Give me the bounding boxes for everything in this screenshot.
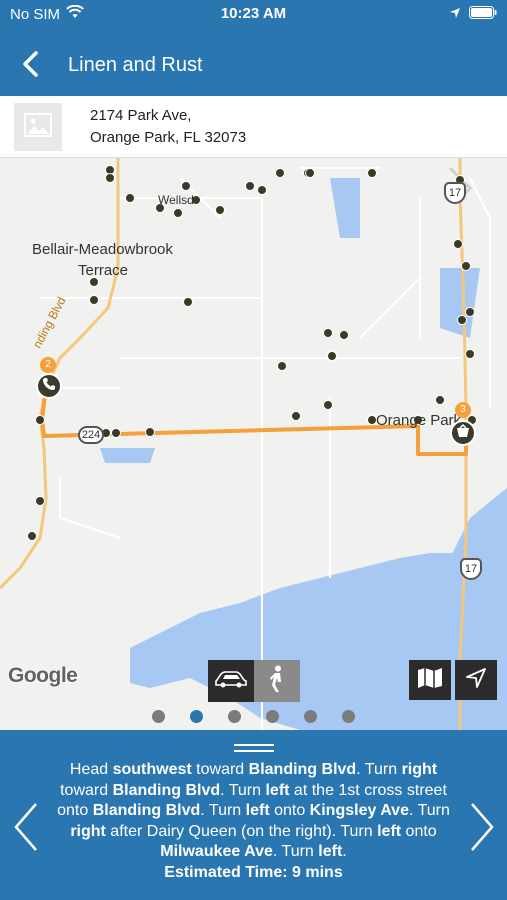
label-bellair-2: Terrace — [78, 262, 129, 279]
page-dot[interactable] — [228, 710, 241, 723]
directions-emphasis: right — [401, 761, 438, 778]
walking-mode-button[interactable] — [254, 660, 300, 702]
phone-icon — [42, 377, 56, 396]
destination-marker[interactable] — [450, 420, 476, 446]
battery-icon — [469, 6, 497, 23]
previous-step-button[interactable] — [12, 802, 40, 852]
directions-emphasis: left — [318, 843, 343, 860]
travel-mode-toggle — [208, 660, 300, 702]
navigation-bar: Linen and Rust — [0, 36, 507, 96]
image-placeholder-icon — [24, 112, 52, 142]
page-dot[interactable] — [304, 710, 317, 723]
status-time: 10:23 AM — [220, 5, 287, 22]
directions-emphasis: Blanding Blvd — [112, 781, 221, 799]
route-step-badge-start: 2 — [40, 357, 56, 373]
chevron-left-icon — [21, 50, 39, 83]
basket-icon — [456, 423, 470, 443]
store-address: 2174 Park Ave, Orange Park, FL 32073 — [90, 105, 246, 149]
address-line-1: 2174 Park Ave, — [90, 107, 192, 124]
panel-drag-handle[interactable] — [234, 744, 274, 752]
page-dot[interactable] — [190, 710, 203, 723]
directions-emphasis: left — [245, 802, 270, 819]
chevron-right-icon — [468, 803, 496, 856]
directions-emphasis: southwest — [112, 761, 192, 778]
estimated-time: Estimated Time: 9 mins — [164, 863, 343, 881]
directions-emphasis: left — [377, 822, 402, 840]
label-bellair-1: Bellair-Meadowbrook — [32, 241, 173, 258]
next-step-button[interactable] — [468, 802, 496, 852]
page-dot[interactable] — [152, 710, 165, 723]
address-header: 2174 Park Ave, Orange Park, FL 32073 — [0, 96, 507, 158]
label-wellsd: Wellsd — [158, 193, 194, 207]
route-shield-us17-south: 17 — [460, 558, 482, 580]
directions-instructions: Head southwest toward Blanding Blvd. Tur… — [57, 761, 450, 860]
my-location-button[interactable] — [455, 660, 497, 700]
route-shield-us17-north: 17 — [444, 182, 466, 204]
address-line-2: Orange Park, FL 32073 — [90, 129, 247, 146]
page-indicator — [0, 710, 507, 723]
back-button[interactable] — [10, 48, 50, 84]
route-step-badge-end: 3 — [455, 402, 471, 418]
directions-emphasis: Blanding Blvd — [248, 761, 357, 778]
page-dot[interactable] — [266, 710, 279, 723]
car-icon — [214, 670, 248, 693]
start-marker[interactable] — [36, 373, 62, 399]
location-arrow-icon — [449, 6, 461, 23]
folded-map-icon — [417, 667, 443, 694]
route-shield-224: 224 — [78, 426, 104, 444]
directions-emphasis: left — [265, 781, 290, 799]
walking-person-icon — [268, 665, 286, 698]
status-bar: No SIM 10:23 AM — [0, 0, 507, 30]
map-view[interactable]: Bellair-Meadowbrook Terrace Wellsd nding… — [0, 158, 507, 730]
header-area: No SIM 10:23 AM Linen and Rust — [0, 0, 507, 96]
google-attribution: Google — [8, 664, 78, 687]
map-type-button[interactable] — [409, 660, 451, 700]
label-orange-park: Orange Park — [376, 412, 462, 429]
directions-emphasis: Blanding Blvd — [92, 802, 201, 819]
directions-emphasis: right — [70, 822, 106, 840]
directions-emphasis: Kingsley Ave — [309, 802, 409, 819]
directions-text: Head southwest toward Blanding Blvd. Tur… — [50, 760, 457, 883]
navigation-arrow-icon — [465, 667, 487, 694]
driving-mode-button[interactable] — [208, 660, 254, 702]
directions-panel: Head southwest toward Blanding Blvd. Tur… — [0, 730, 507, 900]
page-title: Linen and Rust — [68, 54, 203, 76]
water-pond-west — [100, 448, 155, 463]
directions-emphasis: Milwaukee Ave — [160, 843, 273, 860]
page-dot[interactable] — [342, 710, 355, 723]
store-thumbnail[interactable] — [14, 103, 62, 151]
chevron-left-icon — [12, 803, 40, 856]
status-right — [449, 6, 497, 23]
